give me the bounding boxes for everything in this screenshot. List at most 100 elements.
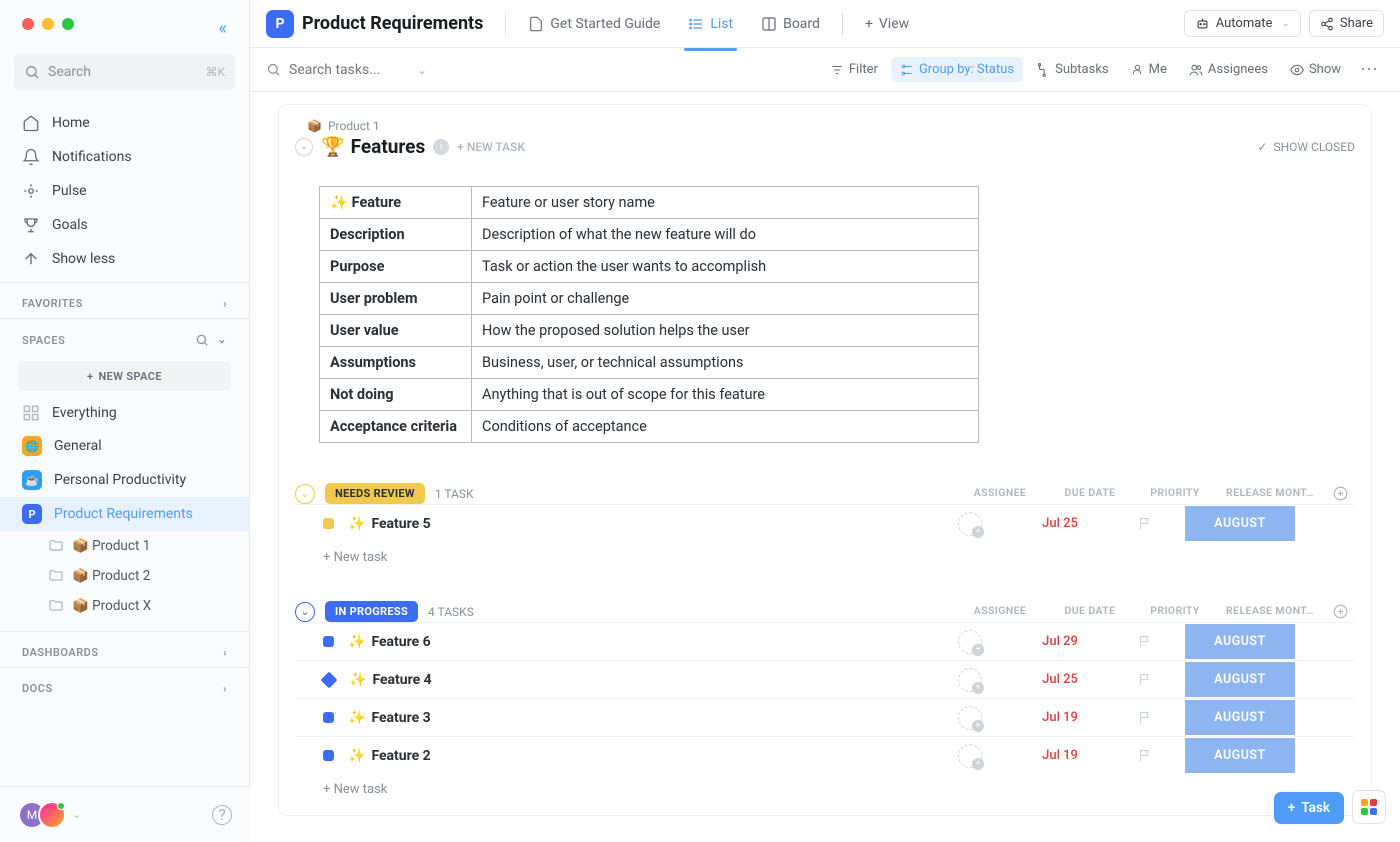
close-window[interactable]	[22, 18, 34, 30]
status-icon[interactable]	[323, 518, 334, 529]
tab-board[interactable]: Board	[751, 10, 830, 38]
cell-assignee[interactable]	[925, 512, 1015, 536]
add-column-button[interactable]	[1325, 604, 1355, 619]
content-scroll[interactable]: 📦 Product 1 ⌄ 🏆 Features i + NEW TASK ✓ …	[250, 92, 1400, 842]
group-status-label[interactable]: NEEDS REVIEW	[325, 483, 425, 504]
cell-release-month[interactable]: AUGUST	[1185, 662, 1295, 697]
breadcrumb[interactable]: Product 1	[328, 119, 380, 133]
task-search-input[interactable]	[289, 62, 409, 78]
search-icon[interactable]	[195, 333, 209, 347]
group-by-button[interactable]: Group by: Status	[891, 57, 1023, 82]
status-icon[interactable]	[323, 636, 334, 647]
column-header-priority[interactable]: PRIORITY	[1135, 604, 1215, 619]
apps-fab[interactable]	[1352, 790, 1386, 824]
cell-priority[interactable]	[1105, 516, 1185, 531]
folder-product-2[interactable]: 📦 Product 2	[0, 561, 249, 591]
add-column-button[interactable]	[1325, 486, 1355, 501]
new-task-row[interactable]: + New task	[295, 774, 1355, 805]
me-button[interactable]: Me	[1122, 57, 1176, 82]
task-row[interactable]: ✨ Feature 3 Jul 19 AUGUST	[295, 698, 1355, 736]
chevron-down-icon[interactable]: ⌄	[417, 63, 427, 77]
task-name[interactable]: ✨ Feature 5	[348, 516, 925, 532]
space-personal-productivity[interactable]: ☕ Personal Productivity	[0, 463, 249, 497]
cell-priority[interactable]	[1105, 634, 1185, 649]
global-search[interactable]: Search ⌘K	[14, 54, 235, 90]
task-search[interactable]: ⌄	[266, 62, 476, 78]
task-row[interactable]: ✨ Feature 2 Jul 19 AUGUST	[295, 736, 1355, 774]
cell-due-date[interactable]: Jul 25	[1015, 516, 1105, 531]
create-task-fab[interactable]: + Task	[1274, 792, 1344, 824]
minimize-window[interactable]	[42, 18, 54, 30]
column-header-assignee[interactable]: ASSIGNEE	[955, 604, 1045, 619]
cell-release-month[interactable]: AUGUST	[1185, 700, 1295, 735]
group-status-label[interactable]: IN PROGRESS	[325, 601, 418, 622]
task-name[interactable]: ✨ Feature 4	[349, 672, 925, 688]
user-avatars[interactable]: M ⌄	[18, 801, 81, 829]
sidebar-everything[interactable]: Everything	[0, 397, 249, 429]
task-row[interactable]: ✨ Feature 6 Jul 29 AUGUST	[295, 622, 1355, 660]
cell-assignee[interactable]	[925, 668, 1015, 692]
tab-list[interactable]: List	[678, 10, 743, 38]
automate-button[interactable]: Automate ⌄	[1184, 10, 1301, 37]
cell-release-month[interactable]: AUGUST	[1185, 506, 1295, 541]
tab-add-view[interactable]: + View	[855, 10, 919, 38]
column-header-due-date[interactable]: DUE DATE	[1045, 604, 1135, 619]
share-button[interactable]: Share	[1309, 10, 1384, 37]
show-button[interactable]: Show	[1281, 57, 1350, 82]
column-header-priority[interactable]: PRIORITY	[1135, 486, 1215, 501]
assignees-button[interactable]: Assignees	[1180, 57, 1277, 82]
folder-product-1[interactable]: 📦 Product 1	[0, 531, 249, 561]
column-header-due-date[interactable]: DUE DATE	[1045, 486, 1135, 501]
nav-goals[interactable]: Goals	[0, 208, 249, 242]
column-header-release-month[interactable]: RELEASE MONT…	[1215, 486, 1325, 501]
task-row[interactable]: ✨ Feature 4 Jul 25 AUGUST	[295, 660, 1355, 698]
tab-get-started[interactable]: Get Started Guide	[518, 10, 670, 38]
new-space-button[interactable]: + NEW SPACE	[18, 361, 231, 391]
space-product-requirements[interactable]: P Product Requirements	[0, 497, 249, 531]
nav-home[interactable]: Home	[0, 106, 249, 140]
cell-assignee[interactable]	[925, 706, 1015, 730]
nav-show-less[interactable]: Show less	[0, 242, 249, 276]
dashboards-section-header[interactable]: DASHBOARDS ›	[0, 631, 249, 667]
status-icon[interactable]	[321, 671, 338, 688]
column-header-release-month[interactable]: RELEASE MONT…	[1215, 604, 1325, 619]
subtasks-button[interactable]: Subtasks	[1027, 57, 1118, 82]
new-task-row[interactable]: + New task	[295, 542, 1355, 573]
task-name[interactable]: ✨ Feature 6	[348, 634, 925, 650]
info-icon[interactable]: i	[433, 139, 449, 155]
nav-pulse[interactable]: Pulse	[0, 174, 249, 208]
cell-priority[interactable]	[1105, 710, 1185, 725]
cell-due-date[interactable]: Jul 19	[1015, 710, 1105, 725]
help-icon[interactable]: ?	[212, 805, 232, 825]
cell-due-date[interactable]: Jul 25	[1015, 672, 1105, 687]
show-closed-toggle[interactable]: ✓ SHOW CLOSED	[1257, 140, 1355, 154]
cell-due-date[interactable]: Jul 29	[1015, 634, 1105, 649]
cell-assignee[interactable]	[925, 630, 1015, 654]
cell-release-month[interactable]: AUGUST	[1185, 738, 1295, 773]
collapse-sidebar-icon[interactable]: «	[219, 18, 227, 39]
collapse-group-toggle[interactable]: ⌄	[295, 484, 315, 504]
chevron-down-icon[interactable]: ⌄	[217, 333, 227, 347]
task-name[interactable]: ✨ Feature 3	[348, 710, 925, 726]
filter-button[interactable]: Filter	[821, 57, 887, 82]
column-header-assignee[interactable]: ASSIGNEE	[955, 486, 1045, 501]
maximize-window[interactable]	[62, 18, 74, 30]
status-icon[interactable]	[323, 712, 334, 723]
folder-product-x[interactable]: 📦 Product X	[0, 591, 249, 621]
task-row[interactable]: ✨ Feature 5 Jul 25 AUGUST	[295, 504, 1355, 542]
collapse-list-toggle[interactable]: ⌄	[295, 138, 313, 156]
cell-due-date[interactable]: Jul 19	[1015, 748, 1105, 763]
cell-assignee[interactable]	[925, 744, 1015, 768]
cell-priority[interactable]	[1105, 748, 1185, 763]
new-task-link[interactable]: + NEW TASK	[457, 140, 525, 154]
status-icon[interactable]	[323, 750, 334, 761]
space-general[interactable]: 🌐 General	[0, 429, 249, 463]
cell-priority[interactable]	[1105, 672, 1185, 687]
collapse-group-toggle[interactable]: ⌄	[295, 602, 315, 622]
nav-notifications[interactable]: Notifications	[0, 140, 249, 174]
more-menu-icon[interactable]: ⋯	[1354, 59, 1384, 80]
task-name[interactable]: ✨ Feature 2	[348, 748, 925, 764]
cell-release-month[interactable]: AUGUST	[1185, 624, 1295, 659]
favorites-section-header[interactable]: FAVORITES ›	[0, 282, 249, 318]
docs-section-header[interactable]: DOCS ›	[0, 667, 249, 703]
